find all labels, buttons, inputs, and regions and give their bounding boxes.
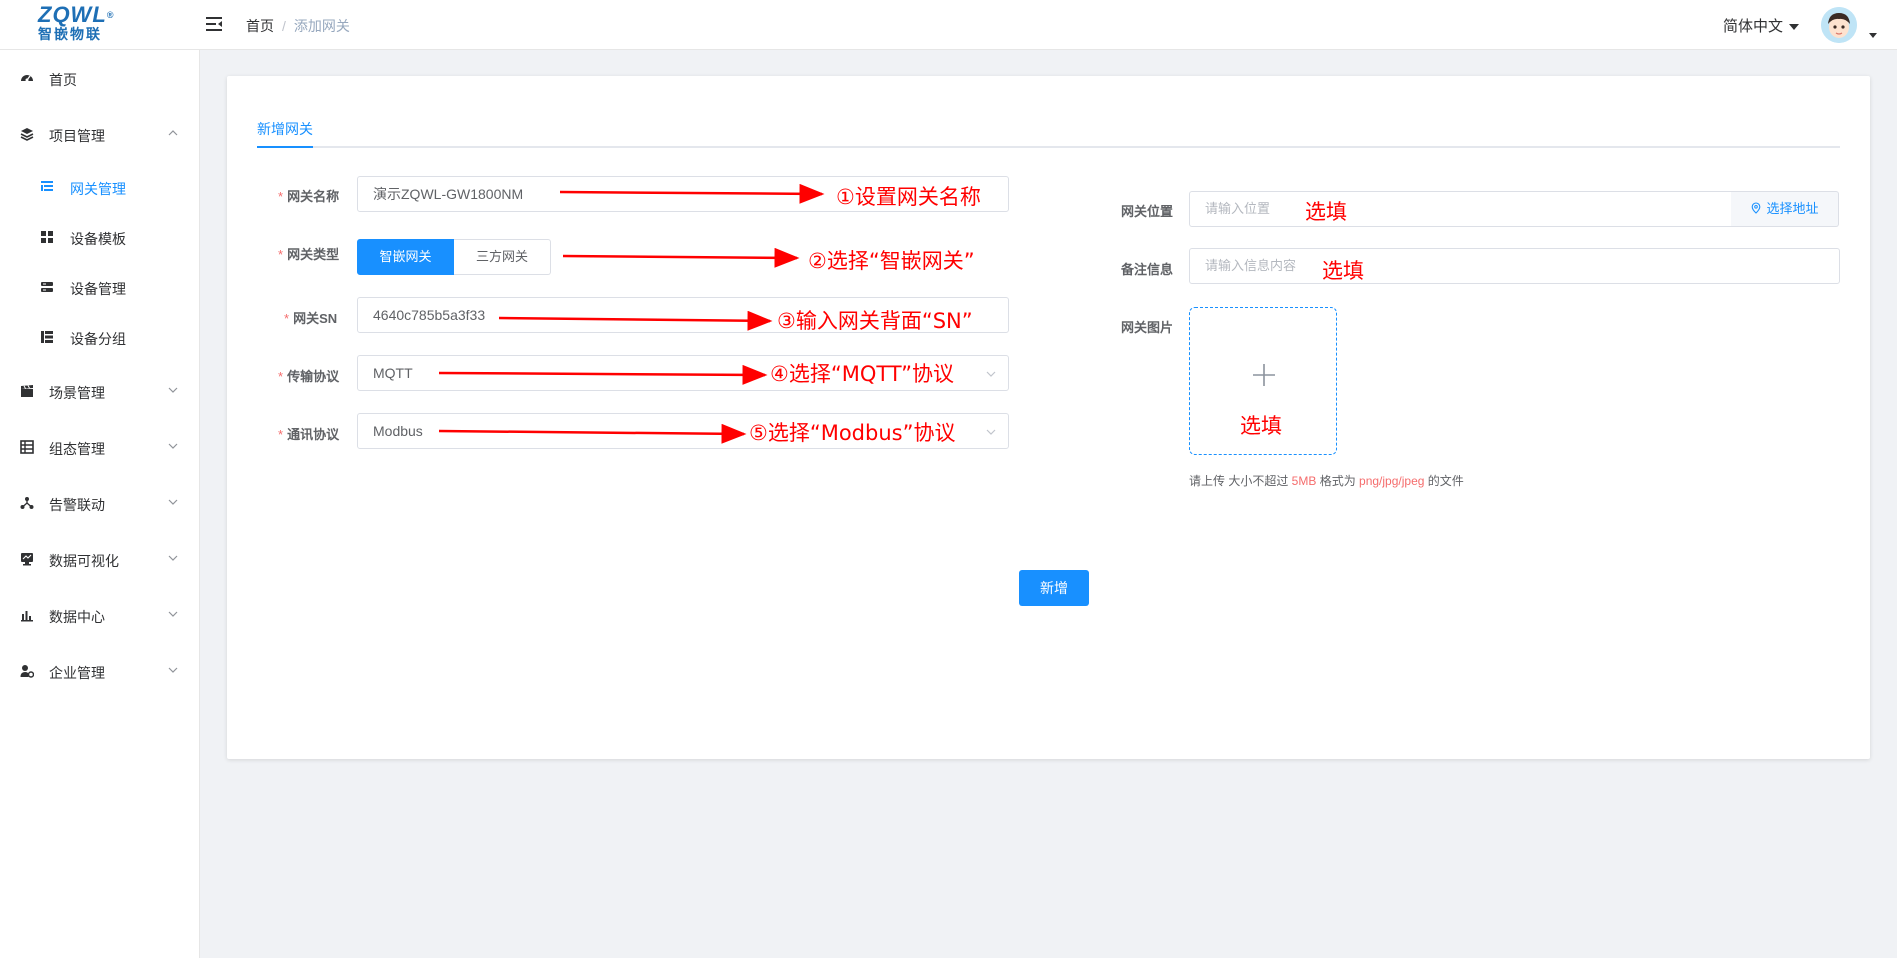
- chevron-down-icon: [986, 429, 996, 435]
- plus-icon: [1253, 364, 1275, 386]
- layers-icon: [20, 128, 34, 141]
- sidebar-item-home[interactable]: 首页: [0, 58, 200, 98]
- group-icon: [41, 331, 53, 343]
- gateway-type-label: * 网关类型: [278, 247, 340, 262]
- submit-button[interactable]: 新增: [1019, 570, 1089, 606]
- clapper-icon: [21, 385, 33, 397]
- chevron-down-icon: [986, 371, 996, 377]
- monitor-icon: [21, 553, 33, 566]
- sidebar-item-enterprise[interactable]: 企业管理: [0, 651, 200, 691]
- sidebar-item-config[interactable]: 组态管理: [0, 427, 200, 467]
- sidebar-item-device[interactable]: 设备管理: [0, 267, 200, 307]
- sidebar-item-label: 组态管理: [49, 441, 105, 457]
- sidebar-item-label: 网关管理: [70, 181, 126, 197]
- breadcrumb-current: 添加网关: [293, 18, 350, 34]
- sidebar-item-label: 项目管理: [49, 128, 105, 144]
- annotation-step-3: ③输入网关背面“SN”: [777, 309, 973, 333]
- breadcrumb-separator: /: [282, 18, 286, 34]
- sidebar-item-scene[interactable]: 场景管理: [0, 371, 200, 411]
- sidebar-item-label: 数据中心: [49, 609, 105, 625]
- location-label: 网关位置: [1121, 204, 1174, 219]
- user-avatar[interactable]: [1821, 7, 1857, 43]
- logo-subtext: 智嵌物联: [38, 27, 102, 43]
- chevron-down-icon: [168, 387, 178, 393]
- table-icon: [20, 440, 34, 454]
- type-option-third-party[interactable]: 三方网关: [454, 239, 551, 275]
- chevron-up-icon: [168, 130, 178, 136]
- select-address-label: 选择地址: [1766, 201, 1819, 216]
- chevron-down-icon: [168, 611, 178, 617]
- gateway-name-label: * 网关名称: [278, 189, 340, 204]
- comm-protocol-label: * 通讯协议: [278, 427, 340, 442]
- sidebar-item-label: 设备模板: [70, 231, 126, 247]
- avatar-face-icon: [1821, 7, 1857, 43]
- sidebar-item-gateway[interactable]: 网关管理: [0, 167, 200, 207]
- protocol-label: * 传输协议: [278, 369, 340, 384]
- remark-input[interactable]: 请输入信息内容: [1189, 248, 1840, 284]
- type-option-zqwl[interactable]: 智嵌网关: [357, 239, 454, 275]
- breadcrumb-home[interactable]: 首页: [246, 18, 274, 34]
- location-input[interactable]: 请输入位置: [1189, 191, 1732, 227]
- annotation-step-4: ④选择“MQTT”协议: [770, 362, 955, 386]
- bar-chart-icon: [21, 611, 33, 622]
- tab-add-gateway[interactable]: 新增网关: [257, 118, 313, 148]
- upload-tip: 请上传 大小不超过 5MB 格式为 png/jpg/jpeg 的文件: [1189, 474, 1464, 488]
- remark-label: 备注信息: [1121, 262, 1174, 277]
- sidebar-item-device-group[interactable]: 设备分组: [0, 317, 200, 357]
- sidebar-item-label: 数据可视化: [49, 553, 119, 569]
- annotation-optional-remark: 选填: [1322, 259, 1364, 283]
- sidebar-item-data-center[interactable]: 数据中心: [0, 595, 200, 635]
- select-address-button[interactable]: 选择地址: [1731, 191, 1839, 227]
- chevron-down-icon: [168, 667, 178, 673]
- required-mark: *: [278, 247, 284, 262]
- user-gear-icon: [20, 665, 34, 678]
- chevron-down-icon: [168, 555, 178, 561]
- sidebar-item-alarm[interactable]: 告警联动: [0, 483, 200, 523]
- gateway-list-icon: [41, 181, 53, 191]
- chevron-down-icon: [168, 443, 178, 449]
- language-label: 简体中文: [1723, 18, 1784, 35]
- annotation-step-1: ①设置网关名称: [836, 185, 981, 209]
- sidebar-item-label: 首页: [49, 72, 77, 88]
- breadcrumb: 首页 / 添加网关: [246, 16, 350, 36]
- top-header: ZQWL® 智嵌物联 首页 / 添加网关 简体中文: [0, 0, 1897, 50]
- sidebar-item-visualization[interactable]: 数据可视化: [0, 539, 200, 579]
- required-mark: *: [278, 369, 284, 384]
- menu-toggle-icon[interactable]: [205, 15, 223, 33]
- sidebar-item-label: 设备管理: [70, 281, 126, 297]
- sidebar: 首页 项目管理 网关管理 设备模板 设备管理 设备分组 场景管理 组态管理 告警…: [0, 50, 200, 958]
- dashboard-icon: [21, 75, 33, 82]
- image-label: 网关图片: [1121, 320, 1174, 335]
- required-mark: *: [284, 311, 290, 326]
- company-logo[interactable]: ZQWL® 智嵌物联: [38, 4, 128, 46]
- comm-protocol-value: Modbus: [373, 423, 423, 439]
- annotation-step-5: ⑤选择“Modbus”协议: [749, 421, 956, 445]
- gateway-type-radio-group: 智嵌网关 三方网关: [357, 239, 551, 275]
- sidebar-item-label: 设备分组: [70, 331, 126, 347]
- sidebar-item-device-template[interactable]: 设备模板: [0, 217, 200, 257]
- required-mark: *: [278, 189, 284, 204]
- gateway-sn-label: * 网关SN: [284, 311, 338, 326]
- annotation-step-2: ②选择“智嵌网关”: [808, 249, 975, 273]
- tab-bar: 新增网关: [257, 118, 1840, 148]
- server-icon: [41, 282, 53, 292]
- sidebar-item-project[interactable]: 项目管理: [0, 114, 200, 154]
- annotation-optional-location: 选填: [1305, 200, 1347, 224]
- grid-icon: [41, 231, 53, 243]
- network-icon: [20, 497, 34, 509]
- logo-text: ZQWL: [38, 2, 107, 27]
- caret-down-icon: [1789, 24, 1800, 31]
- location-pin-icon: [1752, 202, 1761, 214]
- required-mark: *: [278, 427, 284, 442]
- avatar-dropdown-icon[interactable]: [1869, 33, 1877, 38]
- sidebar-item-label: 场景管理: [49, 385, 105, 401]
- sidebar-item-label: 告警联动: [49, 497, 105, 513]
- registered-mark-icon: ®: [106, 10, 115, 20]
- sidebar-item-label: 企业管理: [49, 665, 105, 681]
- language-selector[interactable]: 简体中文: [1723, 15, 1800, 36]
- chevron-down-icon: [168, 499, 178, 505]
- annotation-optional-image: 选填: [1240, 414, 1282, 438]
- protocol-value: MQTT: [373, 365, 413, 381]
